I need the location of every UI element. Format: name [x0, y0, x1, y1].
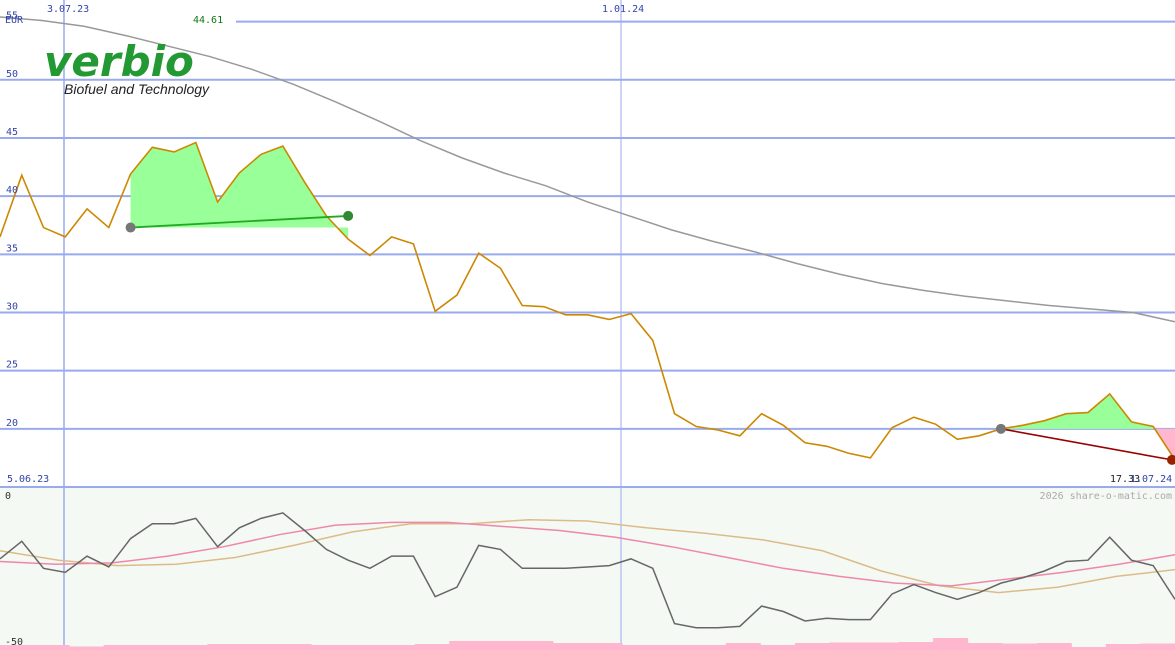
- volume-bar: [103, 645, 139, 650]
- volume-bar: [622, 645, 658, 650]
- volume-bar: [1002, 643, 1038, 650]
- volume-bar: [414, 644, 450, 650]
- volume-bar: [794, 643, 830, 650]
- volume-bar: [483, 641, 519, 650]
- volume-bar: [829, 642, 865, 650]
- volume-bar: [345, 645, 381, 650]
- y-tick-label-25: 25: [6, 360, 18, 371]
- volume-bar: [1140, 643, 1175, 650]
- volume-bar: [691, 645, 727, 650]
- volume-bar: [518, 641, 554, 650]
- volume-bar: [380, 645, 416, 650]
- chart-canvas: 55 50 45 40 35 30 25 20 verbio Biofuel and Tech…: [0, 0, 1175, 650]
- y-tick-label-30: 30: [6, 301, 18, 312]
- volume-bar: [863, 642, 900, 650]
- oscillator-y-tick-bottom: -50: [5, 637, 23, 648]
- volume-bar: [552, 643, 588, 650]
- volume-bar: [933, 638, 969, 650]
- price-chart: 5550454035302520 verbio Biofuel and Tech…: [0, 0, 1175, 650]
- volume-bar: [656, 645, 692, 650]
- volume-bar: [725, 643, 761, 650]
- start-date-label: 5.06.23: [7, 474, 49, 485]
- logo-wordmark: verbio: [44, 37, 194, 86]
- volume-bar: [207, 644, 243, 650]
- downtrend-start-marker: [995, 423, 1006, 434]
- high-value-label: 44.61: [193, 15, 223, 26]
- y-tick-label-35: 35: [6, 243, 18, 254]
- volume-bar: [241, 644, 277, 650]
- company-logo: verbio Biofuel and Technology: [44, 37, 210, 97]
- volume-bar: [449, 641, 485, 650]
- volume-bar: [898, 642, 934, 650]
- volume-bar: [760, 645, 796, 650]
- x-mark-label-1: 3.07.23: [47, 4, 89, 15]
- y-tick-label-40: 40: [6, 185, 18, 196]
- volume-bar: [1105, 644, 1141, 650]
- volume-bar: [69, 646, 105, 650]
- volume-bar: [34, 645, 70, 650]
- volume-bar: [311, 645, 347, 650]
- y-tick-label-50: 50: [6, 69, 18, 80]
- watermark: 2026 share-o-matic.com: [1040, 491, 1172, 502]
- oscillator-y-tick-top: 0: [5, 491, 11, 502]
- end-date-label: 1.07.24: [1130, 474, 1172, 485]
- logo-tagline: Biofuel and Technology: [64, 81, 210, 97]
- volume-bar: [967, 643, 1003, 650]
- volume-bar: [172, 645, 208, 650]
- uptrend-start-marker: [125, 222, 136, 233]
- currency-label: EUR: [5, 15, 24, 26]
- y-tick-label-45: 45: [6, 127, 18, 138]
- volume-bar: [276, 644, 312, 650]
- y-tick-label-20: 20: [6, 418, 18, 429]
- volume-bar: [1036, 643, 1072, 650]
- volume-bar: [587, 643, 623, 650]
- uptrend-end-marker: [343, 210, 354, 221]
- x-mark-label-2: 1.01.24: [602, 4, 644, 15]
- volume-bar: [138, 645, 174, 650]
- oscillator-panel-background: [0, 487, 1175, 650]
